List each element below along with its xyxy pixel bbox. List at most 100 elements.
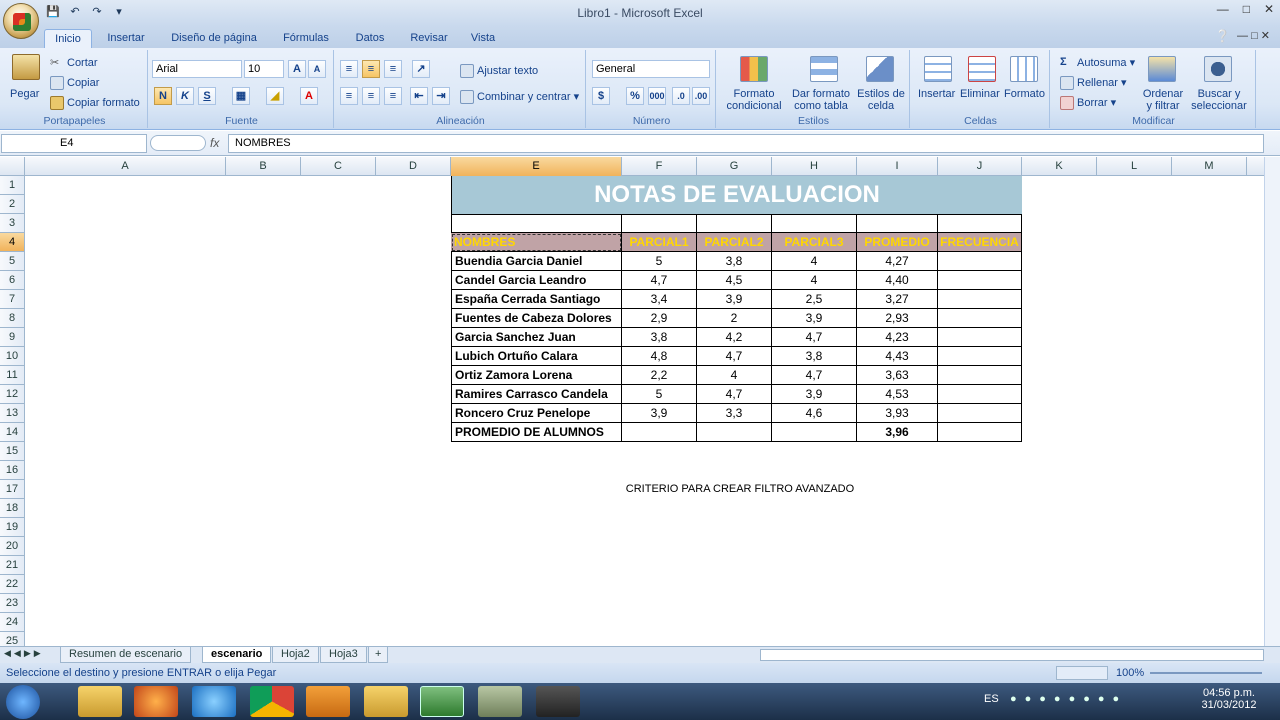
column-header-g[interactable]: G [697, 157, 772, 176]
column-header-k[interactable]: K [1022, 157, 1097, 176]
grade-cell[interactable]: 2,93 [857, 309, 938, 328]
tab-revisar[interactable]: Revisar [404, 29, 454, 48]
column-header-b[interactable]: B [226, 157, 301, 176]
start-button[interactable] [6, 685, 40, 719]
cell-styles-icon[interactable] [866, 56, 894, 82]
grade-cell[interactable] [938, 347, 1022, 366]
grade-cell[interactable]: 4,23 [857, 328, 938, 347]
grade-cell[interactable]: 4,27 [857, 252, 938, 271]
number-format-select[interactable]: General [592, 60, 710, 78]
grade-cell[interactable]: 3,63 [857, 366, 938, 385]
tab-diseno-pagina[interactable]: Diseño de página [162, 29, 266, 48]
paste-icon[interactable] [12, 54, 40, 80]
undo-icon[interactable]: ↶ [66, 4, 84, 20]
find-select-button[interactable]: Buscar y seleccionar [1186, 88, 1252, 112]
grade-cell[interactable]: 2 [697, 309, 772, 328]
increase-indent-icon[interactable]: ⇥ [432, 87, 450, 105]
header-cell-parcial3[interactable]: PARCIAL3 [772, 233, 857, 252]
empty-cell[interactable] [451, 214, 622, 233]
grade-cell[interactable]: 3,4 [622, 290, 697, 309]
align-bottom-icon[interactable]: ≡ [384, 60, 402, 78]
grade-cell[interactable]: 3,8 [622, 328, 697, 347]
font-color-icon[interactable]: A [300, 87, 318, 105]
grade-cell[interactable]: 2,2 [622, 366, 697, 385]
delete-cells-button[interactable]: Eliminar [960, 88, 1000, 100]
decrease-indent-icon[interactable]: ⇤ [410, 87, 428, 105]
sort-filter-button[interactable]: Ordenar y filtrar [1138, 88, 1188, 112]
view-buttons[interactable] [1056, 666, 1108, 680]
grade-cell[interactable]: 4 [772, 252, 857, 271]
wrap-text-button[interactable]: Ajustar texto [460, 64, 538, 78]
redo-icon[interactable]: ↷ [88, 4, 106, 20]
font-size-select[interactable]: 10 [244, 60, 284, 78]
tab-insertar[interactable]: Insertar [100, 29, 152, 48]
grade-cell[interactable]: 5 [622, 252, 697, 271]
format-cells-button[interactable]: Formato [1004, 88, 1045, 100]
bold-button[interactable]: N [154, 87, 172, 105]
grade-cell[interactable]: 2,5 [772, 290, 857, 309]
student-name-cell[interactable]: Garcia Sanchez Juan [451, 328, 622, 347]
fx-icon[interactable]: fx [210, 136, 219, 150]
column-header-c[interactable]: C [301, 157, 376, 176]
format-painter-button[interactable]: Copiar formato [50, 96, 140, 110]
empty-cell[interactable] [622, 423, 697, 442]
grade-cell[interactable]: 4,6 [772, 404, 857, 423]
grade-cell[interactable]: 2,9 [622, 309, 697, 328]
fill-button[interactable]: Rellenar ▾ [1060, 76, 1127, 91]
zoom-slider[interactable] [1150, 672, 1262, 674]
worksheet-grid[interactable]: ABCDEFGHIJKLM 1 2 3 4 5 6 7 8 9 10 11 12 13 14 15 16 17 1… [0, 157, 1264, 646]
empty-cell[interactable] [772, 423, 857, 442]
select-all-corner[interactable] [0, 157, 25, 176]
header-cell-parcial2[interactable]: PARCIAL2 [697, 233, 772, 252]
tab-vista[interactable]: Vista [464, 29, 502, 48]
grade-cell[interactable]: 4,7 [697, 385, 772, 404]
explorer-taskbar-icon[interactable] [78, 686, 122, 717]
customize-qat-icon[interactable]: ▾ [110, 4, 128, 20]
minimize-icon[interactable]: — [1217, 2, 1229, 16]
vertical-scrollbar[interactable] [1264, 157, 1280, 646]
find-select-icon[interactable] [1204, 56, 1232, 82]
horizontal-scrollbar[interactable] [760, 649, 1264, 661]
column-header-m[interactable]: M [1172, 157, 1247, 176]
empty-cell[interactable] [697, 423, 772, 442]
align-right-icon[interactable]: ≡ [384, 87, 402, 105]
grade-cell[interactable]: 4,7 [772, 366, 857, 385]
thousands-button[interactable]: 000 [648, 87, 666, 105]
grade-cell[interactable]: 4,7 [772, 328, 857, 347]
shrink-font-button[interactable]: A [308, 60, 326, 78]
table-title[interactable]: NOTAS DE EVALUACION [451, 176, 1022, 214]
grade-cell[interactable] [938, 271, 1022, 290]
borders-icon[interactable]: ▦ [232, 87, 250, 105]
empty-cell[interactable] [697, 214, 772, 233]
orientation-icon[interactable]: ↗ [412, 60, 430, 78]
conditional-format-button[interactable]: Formato condicional [724, 88, 784, 112]
grow-font-button[interactable]: A [288, 60, 306, 78]
media-taskbar-icon[interactable] [306, 686, 350, 717]
merge-center-button[interactable]: Combinar y centrar ▾ [460, 90, 579, 105]
grade-cell[interactable] [938, 252, 1022, 271]
grade-cell[interactable]: 3,9 [772, 309, 857, 328]
grade-cell[interactable] [938, 404, 1022, 423]
format-cells-icon[interactable] [1010, 56, 1038, 82]
sheet-tab-hoja3[interactable]: Hoja3 [320, 647, 367, 663]
column-header-a[interactable]: A [25, 157, 226, 176]
grade-cell[interactable]: 4,5 [697, 271, 772, 290]
align-top-icon[interactable]: ≡ [340, 60, 358, 78]
tab-inicio[interactable]: Inicio [44, 29, 92, 48]
grade-cell[interactable]: 3,27 [857, 290, 938, 309]
format-as-table-icon[interactable] [810, 56, 838, 82]
student-name-cell[interactable]: Lubich Ortuño Calara [451, 347, 622, 366]
column-header-l[interactable]: L [1097, 157, 1172, 176]
cell-styles-button[interactable]: Estilos de celda [854, 88, 908, 112]
column-header-d[interactable]: D [376, 157, 451, 176]
grade-cell[interactable]: 4 [772, 271, 857, 290]
column-header-f[interactable]: F [622, 157, 697, 176]
grade-cell[interactable]: 3,93 [857, 404, 938, 423]
decrease-decimal-icon[interactable]: .00 [692, 87, 710, 105]
student-name-cell[interactable]: Ramires Carrasco Candela [451, 385, 622, 404]
grade-cell[interactable] [938, 385, 1022, 404]
format-as-table-button[interactable]: Dar formato como tabla [790, 88, 852, 112]
copy-button[interactable]: Copiar [50, 76, 99, 90]
grade-cell[interactable] [938, 290, 1022, 309]
sheet-nav-icon[interactable]: ◀◀▶▶ [4, 648, 44, 659]
